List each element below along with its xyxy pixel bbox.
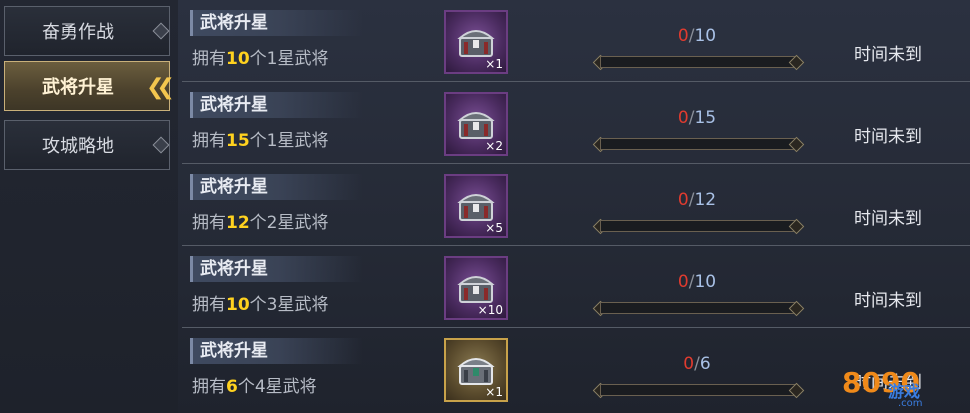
sidebar-item-label: 武将升星 xyxy=(42,77,114,98)
desc-prefix: 拥有 xyxy=(192,295,226,315)
reward-chest-icon[interactable]: ×2 xyxy=(444,92,508,156)
reward-quantity: ×5 xyxy=(485,221,503,235)
progress-total: 15 xyxy=(694,108,717,128)
desc-suffix: 个1星武将 xyxy=(249,49,329,69)
progress-current: 0 xyxy=(677,272,689,292)
reward-chest-icon[interactable]: ×10 xyxy=(444,256,508,320)
progress-text: 0/10 xyxy=(592,26,802,46)
task-description: 拥有10个1星武将 xyxy=(192,46,329,72)
progress-bar xyxy=(600,138,796,150)
task-title: 武将升星 xyxy=(200,341,268,361)
progress-total: 10 xyxy=(694,26,717,46)
task-title: 武将升星 xyxy=(200,13,268,33)
logo-site-text: .com xyxy=(898,398,923,409)
sidebar-item-brave-battle[interactable]: 奋勇作战 xyxy=(4,6,170,56)
progress-total: 6 xyxy=(699,354,711,374)
required-count: 10 xyxy=(226,49,250,69)
desc-prefix: 拥有 xyxy=(192,377,226,397)
desc-suffix: 个1星武将 xyxy=(249,131,329,151)
reward-chest-icon[interactable]: ×1 xyxy=(444,338,508,402)
progress-text: 0/10 xyxy=(592,272,802,292)
reward-chest-icon[interactable]: ×5 xyxy=(444,174,508,238)
desc-suffix: 个2星武将 xyxy=(249,213,329,233)
progress-text: 0/12 xyxy=(592,190,802,210)
sidebar-item-label: 奋勇作战 xyxy=(42,22,114,43)
status-text: 时间未到 xyxy=(854,127,922,147)
required-count: 12 xyxy=(226,213,250,233)
task-title: 武将升星 xyxy=(200,95,268,115)
progress-current: 0 xyxy=(683,354,695,374)
sidebar-item-label: 攻城略地 xyxy=(42,136,114,157)
task-description: 拥有10个3星武将 xyxy=(192,292,329,318)
desc-suffix: 个4星武将 xyxy=(237,377,317,397)
category-sidebar: 奋勇作战 武将升星 ❮❮ 攻城略地 xyxy=(0,0,178,413)
progress-bar xyxy=(600,384,796,396)
status-text: 时间未到 xyxy=(854,209,922,229)
task-list: 武将升星 拥有10个1星武将 ×1 0/10 时间未到 武将升星 拥有15个1星… xyxy=(182,0,970,413)
required-count: 15 xyxy=(226,131,250,151)
progress-current: 0 xyxy=(677,190,689,210)
task-description: 拥有6个4星武将 xyxy=(192,374,317,400)
desc-prefix: 拥有 xyxy=(192,131,226,151)
sidebar-item-general-star-up[interactable]: 武将升星 ❮❮ xyxy=(4,61,175,111)
progress-text: 0/6 xyxy=(592,354,802,374)
desc-suffix: 个3星武将 xyxy=(249,295,329,315)
reward-chest-icon[interactable]: ×1 xyxy=(444,10,508,74)
progress-bar xyxy=(600,220,796,232)
task-row: 武将升星 拥有10个3星武将 ×10 0/10 时间未到 xyxy=(182,246,970,328)
desc-prefix: 拥有 xyxy=(192,49,226,69)
progress-bar xyxy=(600,302,796,314)
task-title: 武将升星 xyxy=(200,177,268,197)
task-description: 拥有12个2星武将 xyxy=(192,210,329,236)
progress-current: 0 xyxy=(677,108,689,128)
sidebar-item-siege[interactable]: 攻城略地 xyxy=(4,120,170,170)
reward-quantity: ×1 xyxy=(485,385,503,399)
required-count: 10 xyxy=(226,295,250,315)
reward-quantity: ×1 xyxy=(485,57,503,71)
chevron-left-double-icon: ❮❮ xyxy=(146,75,175,100)
task-title: 武将升星 xyxy=(200,259,268,279)
progress-total: 12 xyxy=(694,190,717,210)
reward-quantity: ×2 xyxy=(485,139,503,153)
task-row: 武将升星 拥有12个2星武将 ×5 0/12 时间未到 xyxy=(182,164,970,246)
desc-prefix: 拥有 xyxy=(192,213,226,233)
status-text: 时间未到 xyxy=(854,291,922,311)
diamond-icon xyxy=(152,136,170,154)
task-row: 武将升星 拥有10个1星武将 ×1 0/10 时间未到 xyxy=(182,0,970,82)
task-row: 武将升星 拥有15个1星武将 ×2 0/15 时间未到 xyxy=(182,82,970,164)
progress-total: 10 xyxy=(694,272,717,292)
progress-bar xyxy=(600,56,796,68)
diamond-icon xyxy=(152,22,170,40)
status-text: 时间未到 xyxy=(854,45,922,65)
progress-text: 0/15 xyxy=(592,108,802,128)
reward-quantity: ×10 xyxy=(477,303,503,317)
required-count: 6 xyxy=(226,377,238,397)
progress-current: 0 xyxy=(677,26,689,46)
task-description: 拥有15个1星武将 xyxy=(192,128,329,154)
